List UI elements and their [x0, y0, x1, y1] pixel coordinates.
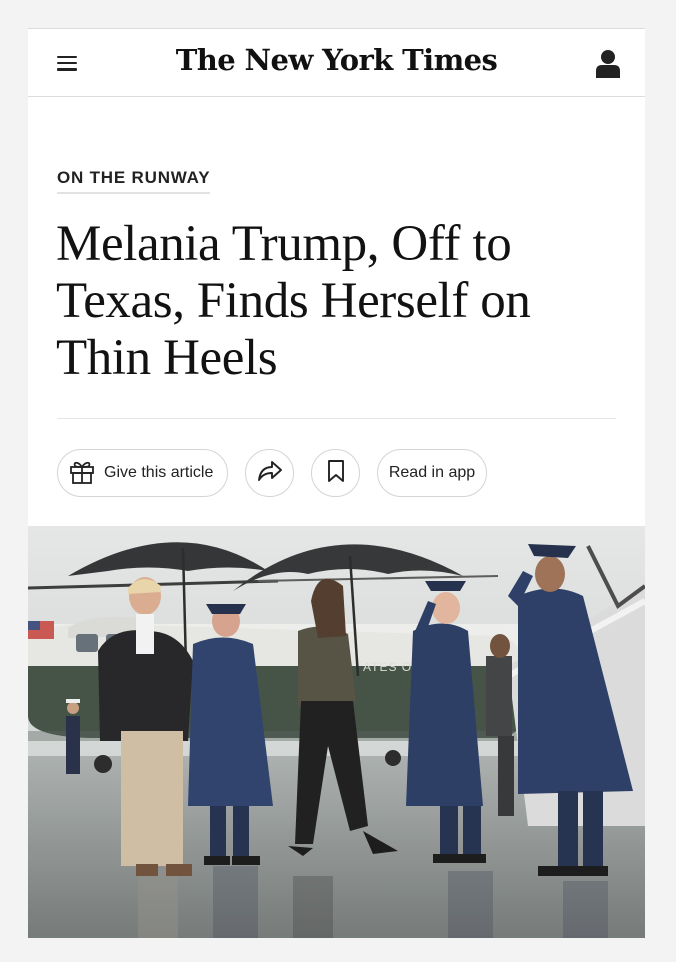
- give-article-button[interactable]: Give this article: [57, 449, 228, 497]
- gift-icon: [68, 457, 96, 490]
- share-arrow-icon: [257, 460, 283, 487]
- article-headline: Melania Trump, Off to Texas, Finds Herse…: [56, 216, 616, 387]
- article-page: The New York Times ON THE RUNWAY Melania…: [28, 28, 645, 938]
- headline-line: Melania Trump, Off to: [56, 216, 512, 272]
- top-navigation-bar: The New York Times: [28, 28, 645, 97]
- bookmark-icon: [327, 459, 345, 488]
- divider: [57, 418, 616, 419]
- give-article-label: Give this article: [104, 464, 214, 481]
- share-button[interactable]: [245, 449, 294, 497]
- headline-line: Texas, Finds Herself on: [56, 273, 531, 329]
- bookmark-button[interactable]: [311, 449, 360, 497]
- user-account-icon[interactable]: [595, 49, 621, 79]
- section-kicker[interactable]: ON THE RUNWAY: [57, 168, 211, 194]
- read-in-app-button[interactable]: Read in app: [377, 449, 487, 497]
- article-lead-photo: ATES O: [28, 526, 645, 938]
- headline-line: Thin Heels: [56, 330, 278, 386]
- nyt-masthead-logo[interactable]: The New York Times: [28, 43, 645, 77]
